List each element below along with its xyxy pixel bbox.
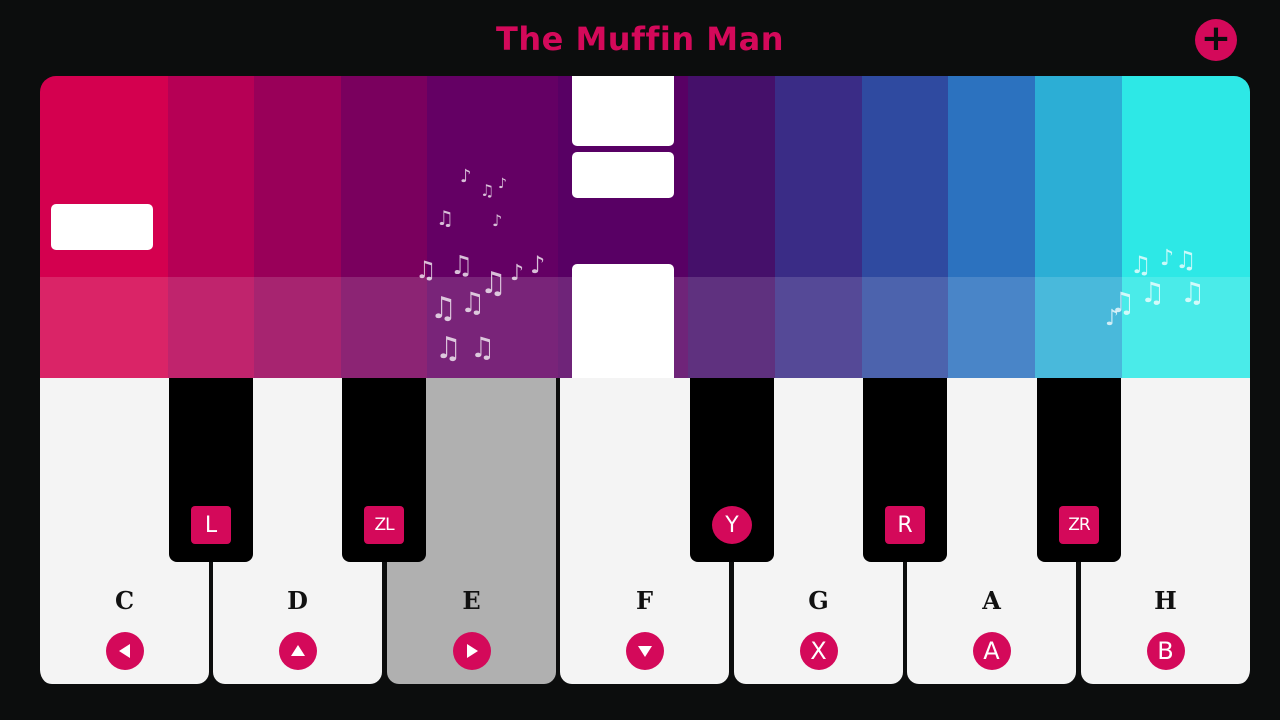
r-button-icon: R [885,506,925,544]
black-key-l[interactable]: L [169,378,253,562]
key-label: E [462,586,481,615]
lane-4 [341,76,427,378]
hit-zone [168,277,254,378]
lane-9 [862,76,948,378]
key-label: A [982,586,1001,615]
black-key-y[interactable]: Y [690,378,774,562]
hit-zone [948,277,1035,378]
song-title: The Muffin Man [495,20,785,58]
hit-zone [40,277,168,378]
lane-3 [254,76,341,378]
key-label: H [1154,586,1177,615]
dpad-left-icon [105,632,144,670]
black-key-r[interactable]: R [863,378,947,562]
y-button-icon: Y [712,506,752,544]
falling-note [572,76,674,146]
lane-11 [1035,76,1122,378]
lane-2 [168,76,254,378]
falling-note [572,264,674,378]
lane-7 [688,76,775,378]
dpad-right-icon [452,632,491,670]
b-button-icon: B [1146,632,1185,670]
a-button-icon: A [972,632,1011,670]
falling-note [572,152,674,198]
zr-button-icon: ZR [1059,506,1099,544]
l-button-icon: L [191,506,231,544]
piano-board: ♪ ♫ ♪ ♫ ♪ ♫ ♫ ♫ ♪ ♪ ♫ ♫ ♫ ♫ ♫ ♪ ♫ ♫ ♫ ♫ … [40,76,1250,686]
hit-zone [775,277,862,378]
hit-zone [341,277,427,378]
hit-zone [254,277,341,378]
lane-12 [1122,76,1250,378]
black-key-zl[interactable]: ZL [342,378,426,562]
x-button-icon: X [799,632,838,670]
hit-zone [688,277,775,378]
zl-button-icon: ZL [364,506,404,544]
black-key-zr[interactable]: ZR [1037,378,1121,562]
key-label: C [114,586,135,615]
dpad-up-icon [278,632,317,670]
key-label: G [808,586,829,615]
key-label: D [287,586,308,615]
dpad-down-icon [625,632,664,670]
note-lanes: ♪ ♫ ♪ ♫ ♪ ♫ ♫ ♫ ♪ ♪ ♫ ♫ ♫ ♫ ♫ ♪ ♫ ♫ ♫ ♫ … [40,76,1250,378]
falling-note [51,204,153,250]
lane-10 [948,76,1035,378]
key-label: F [635,586,654,615]
hit-zone [862,277,948,378]
lane-8 [775,76,862,378]
add-button[interactable]: + [1195,19,1237,61]
